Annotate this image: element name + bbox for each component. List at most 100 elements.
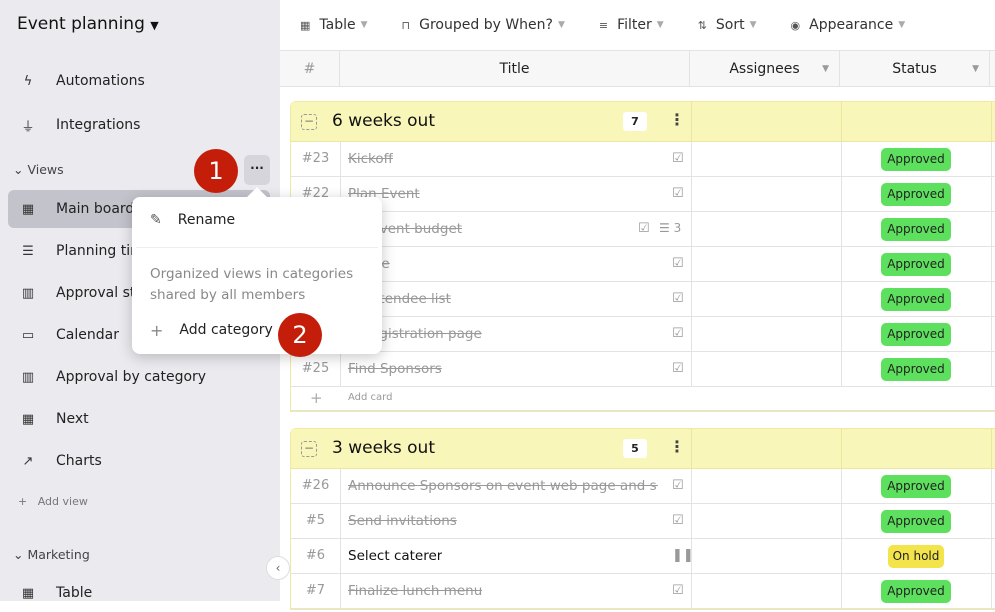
sidebar-item-automations[interactable]: ϟ Automations (8, 62, 270, 100)
caret-down-icon: ▼ (150, 19, 159, 32)
table-row[interactable]: re attendee list ☑ Approved (291, 282, 995, 317)
status-badge[interactable]: Approved (881, 183, 951, 206)
toolbar-table-button[interactable]: ▦ Table ▼ (300, 17, 368, 33)
sidebar-view-item[interactable]: ↗ Charts (8, 442, 270, 480)
step-marker-1: 1 (194, 149, 238, 193)
group: − 3 weeks out 5 ⋮ #26 Announce Sponsors … (290, 428, 995, 610)
table-header: # Title Assignees ▼ Status ▼ (280, 50, 995, 87)
toolbar: ▦ Table ▼ ⊓ Grouped by When? ▼ ≡ Filter ▼ ⇅ Sort ▼ ◉… (280, 0, 995, 50)
column-header-assignees[interactable]: Assignees ▼ (690, 51, 840, 87)
row-number: #6 (291, 539, 341, 573)
row-title[interactable]: Finalize lunch menu (348, 574, 482, 608)
table-row[interactable]: #26 Announce Sponsors on event web page … (291, 469, 995, 504)
table-row[interactable]: venue ☑ Approved (291, 247, 995, 282)
filter-icon: ≡ (598, 18, 609, 32)
group-count-badge: 5 (623, 439, 647, 458)
group-title: 6 weeks out (332, 111, 435, 131)
views-section-toggle[interactable]: ⌄ Views (13, 162, 64, 177)
collapse-group-icon[interactable]: − (301, 441, 317, 457)
status-badge[interactable]: On hold (888, 545, 944, 568)
row-title[interactable]: Send invitations (348, 504, 457, 538)
toolbar-sort-button[interactable]: ⇅ Sort ▼ (698, 17, 757, 33)
row-title[interactable]: Announce Sponsors on event web page and … (348, 469, 658, 503)
edit-icon: ✎ (150, 212, 162, 228)
column-header-number[interactable]: # (280, 51, 340, 87)
sidebar-item-integrations[interactable]: ⏚ Integrations (8, 106, 270, 144)
toolbar-filter-button[interactable]: ≡ Filter ▼ (599, 17, 664, 33)
divider (136, 247, 378, 248)
table-icon: ▦ (300, 18, 311, 32)
status-badge[interactable]: Approved (881, 580, 951, 603)
table-row[interactable]: #5 Send invitations ☑ Approved (291, 504, 995, 539)
checkbox-done-icon: ☑ (672, 256, 684, 271)
checkbox-done-icon: ☑ (672, 361, 684, 376)
group-header: − 3 weeks out 5 ⋮ (291, 429, 995, 469)
row-number: #26 (291, 469, 341, 503)
eye-icon: ◉ (790, 18, 801, 32)
status-badge[interactable]: Approved (881, 358, 951, 381)
row-number: #5 (291, 504, 341, 538)
table-row[interactable]: re registration page ☑ Approved (291, 317, 995, 352)
table-row[interactable]: ize event budget ☑ ☰ 3 Approved (291, 212, 995, 247)
row-title[interactable]: Find Sponsors (348, 352, 442, 386)
status-badge[interactable]: Approved (881, 510, 951, 533)
board-icon: ▥ (21, 369, 35, 385)
group-title: 3 weeks out (332, 438, 435, 458)
status-badge[interactable]: Approved (881, 218, 951, 241)
caret-down-icon: ▼ (557, 20, 565, 30)
toolbar-appearance-button[interactable]: ◉ Appearance ▼ (791, 17, 906, 33)
group: − 6 weeks out 7 ⋮ #23 Kickoff ☑ Approved… (290, 101, 995, 412)
popup-description: Organized views in categories shared by … (150, 266, 354, 303)
column-header-status[interactable]: Status ▼ (840, 51, 990, 87)
toolbar-grouped-button[interactable]: ⊓ Grouped by When? ▼ (402, 17, 565, 33)
row-title[interactable]: Select caterer (348, 539, 442, 573)
status-badge[interactable]: Approved (881, 288, 951, 311)
workspace-title[interactable]: Event planning ▼ (17, 14, 159, 34)
column-header-title[interactable]: Title (340, 51, 690, 87)
group-icon: ⊓ (401, 18, 411, 32)
views-more-button[interactable]: ··· (244, 155, 270, 185)
views-menu-popup: ✎ Rename Organized views in categories sh… (132, 187, 382, 354)
sidebar-view-item[interactable]: ▥ Approval by category (8, 358, 270, 396)
checkbox-done-icon: ☑ (672, 326, 684, 341)
marketing-section-toggle[interactable]: ⌄ Marketing (13, 547, 90, 562)
group-more-icon[interactable]: ⋮ (669, 437, 685, 456)
caret-down-icon: ▼ (360, 20, 368, 30)
plus-icon: + (150, 320, 164, 340)
sort-icon: ⇅ (697, 18, 707, 32)
board-icon: ▥ (21, 285, 35, 301)
plug-icon: ⏚ (21, 119, 35, 135)
table-icon: ▦ (21, 201, 35, 217)
checkbox-done-icon: ☑ (672, 478, 684, 493)
table-row[interactable]: #7 Finalize lunch menu ☑ Approved (291, 574, 995, 609)
timeline-icon: ☰ (22, 243, 34, 259)
checkbox-done-icon: ☑ (672, 186, 684, 201)
sidebar-view-item[interactable]: ▦ Next (8, 400, 270, 438)
table-row[interactable]: #6 Select caterer ❚❚ On hold (291, 539, 995, 574)
step-marker-2: 2 (278, 313, 322, 357)
row-title[interactable]: Kickoff (348, 142, 393, 176)
status-badge[interactable]: Approved (881, 253, 951, 276)
add-card-row[interactable]: + Add card (291, 387, 995, 411)
add-view-button[interactable]: + Add view (18, 495, 88, 508)
collapse-group-icon[interactable]: − (301, 114, 317, 130)
rename-menu-item[interactable]: ✎ Rename (132, 205, 382, 235)
row-number: #7 (291, 574, 341, 608)
checkbox-done-icon: ☑ (672, 291, 684, 306)
group-more-icon[interactable]: ⋮ (669, 110, 685, 129)
table-row[interactable]: #25 Find Sponsors ☑ Approved (291, 352, 995, 387)
status-badge[interactable]: Approved (881, 475, 951, 498)
caret-down-icon[interactable]: ▼ (822, 51, 829, 87)
subtasks-indicator: ☰ 3 (659, 221, 682, 235)
sidebar-view-item[interactable]: ▦ Table (8, 574, 270, 612)
table-row[interactable]: #22 Plan Event ☑ Approved (291, 177, 995, 212)
caret-down-icon[interactable]: ▼ (972, 51, 979, 87)
status-badge[interactable]: Approved (881, 323, 951, 346)
checkbox-done-icon: ☑ (672, 513, 684, 528)
table-row[interactable]: #23 Kickoff ☑ Approved (291, 142, 995, 177)
caret-down-icon: ▼ (898, 20, 906, 30)
row-number: #23 (291, 142, 341, 176)
add-category-menu-item[interactable]: + Add category (132, 315, 382, 345)
status-badge[interactable]: Approved (881, 148, 951, 171)
caret-down-icon: ▼ (656, 20, 664, 30)
